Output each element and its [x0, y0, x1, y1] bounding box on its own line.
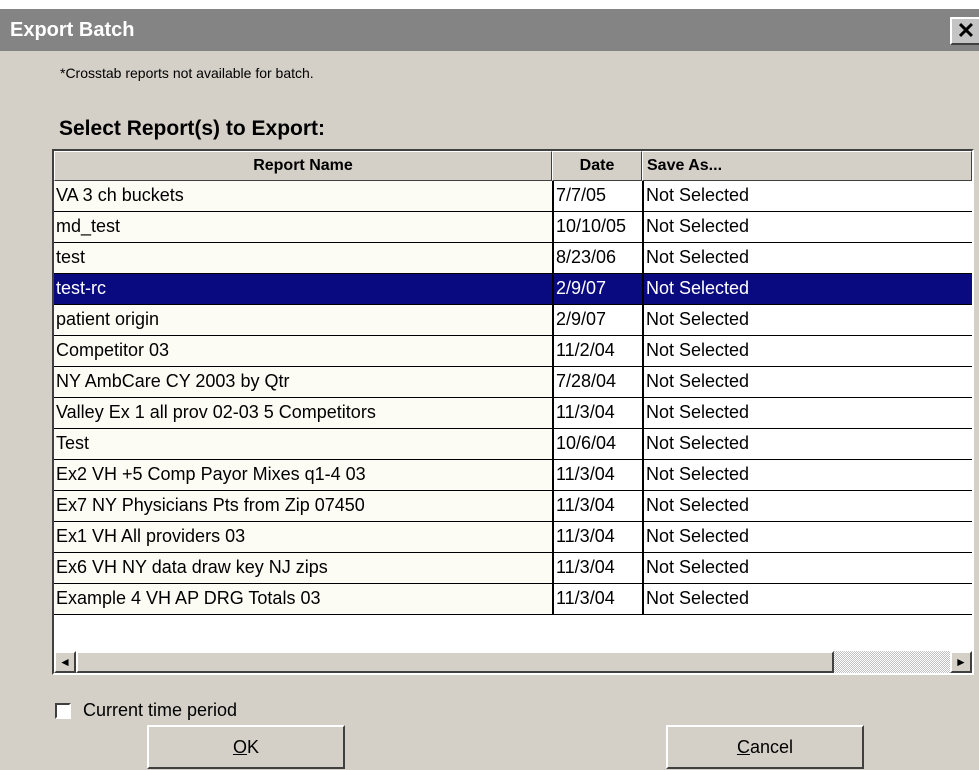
date-cell[interactable]: 11/3/04	[552, 460, 642, 491]
scroll-right-icon[interactable]: ►	[950, 651, 972, 673]
report-name-cell[interactable]: NY AmbCare CY 2003 by Qtr	[54, 367, 552, 398]
title-bar: Export Batch ✕	[0, 9, 979, 51]
current-time-period-checkbox[interactable]	[55, 703, 71, 719]
save-as-cell[interactable]: Not Selected	[642, 553, 972, 584]
report-name-cell[interactable]: Valley Ex 1 all prov 02-03 5 Competitors	[54, 398, 552, 429]
save-as-cell[interactable]: Not Selected	[642, 274, 972, 305]
horizontal-scrollbar[interactable]: ◄ ►	[54, 651, 972, 673]
save-as-cell[interactable]: Not Selected	[642, 460, 972, 491]
save-as-cell[interactable]: Not Selected	[642, 429, 972, 460]
scrollbar-track[interactable]	[834, 651, 950, 673]
save-as-cell[interactable]: Not Selected	[642, 336, 972, 367]
table-row[interactable]: Ex1 VH All providers 03 11/3/04 Not Select…	[54, 522, 972, 553]
report-name-cell[interactable]: Competitor 03	[54, 336, 552, 367]
save-as-cell[interactable]: Not Selected	[642, 584, 972, 615]
report-name-cell[interactable]: test-rc	[54, 274, 552, 305]
save-as-cell[interactable]: Not Selected	[642, 398, 972, 429]
date-cell[interactable]: 10/10/05	[552, 212, 642, 243]
table-row[interactable]: Competitor 03 11/2/04 Not Selected	[54, 336, 972, 367]
ok-mnemonic: O	[232, 737, 247, 757]
scroll-left-icon[interactable]: ◄	[54, 651, 76, 673]
table-row[interactable]: Valley Ex 1 all prov 02-03 5 Competitors…	[54, 398, 972, 429]
date-cell[interactable]: 10/6/04	[552, 429, 642, 460]
save-as-cell[interactable]: Not Selected	[642, 491, 972, 522]
window-title: Export Batch	[10, 19, 135, 41]
report-name-cell[interactable]: Example 4 VH AP DRG Totals 03	[54, 584, 552, 615]
date-cell[interactable]: 11/3/04	[552, 522, 642, 553]
save-as-cell[interactable]: Not Selected	[642, 367, 972, 398]
cancel-label-rest: ancel	[749, 737, 794, 757]
report-name-cell[interactable]: Ex7 NY Physicians Pts from Zip 07450	[54, 491, 552, 522]
export-batch-dialog: *Crosstab reports not available for batc…	[0, 51, 979, 770]
crosstab-note: *Crosstab reports not available for batc…	[60, 65, 314, 81]
table-row[interactable]: test 8/23/06 Not Selected	[54, 243, 972, 274]
report-name-cell[interactable]: Ex2 VH +5 Comp Payor Mixes q1-4 03	[54, 460, 552, 491]
report-name-cell[interactable]: Test	[54, 429, 552, 460]
current-time-period-label: Current time period	[83, 700, 238, 720]
table-row[interactable]: Ex7 NY Physicians Pts from Zip 07450 11/3…	[54, 491, 972, 522]
reports-grid[interactable]: Report Name Date Save As... VA 3 ch buck…	[52, 149, 974, 675]
column-header-date[interactable]: Date	[552, 151, 642, 181]
table-row[interactable]: Ex2 VH +5 Comp Payor Mixes q1-4 03 11/3/0…	[54, 460, 972, 491]
report-name-cell[interactable]: patient origin	[54, 305, 552, 336]
date-cell[interactable]: 2/9/07	[552, 274, 642, 305]
date-cell[interactable]: 11/2/04	[552, 336, 642, 367]
column-header-report-name[interactable]: Report Name	[54, 151, 552, 181]
table-row[interactable]: Example 4 VH AP DRG Totals 03 11/3/04 Not …	[54, 584, 972, 615]
column-header-save-as[interactable]: Save As...	[642, 151, 972, 181]
save-as-cell[interactable]: Not Selected	[642, 212, 972, 243]
table-row[interactable]: Ex6 VH NY data draw key NJ zips 11/3/04 No…	[54, 553, 972, 584]
save-as-cell[interactable]: Not Selected	[642, 522, 972, 553]
save-as-cell[interactable]: Not Selected	[642, 181, 972, 212]
cancel-mnemonic: C	[736, 737, 750, 757]
ok-button[interactable]: OK	[147, 725, 345, 769]
table-row[interactable]: NY AmbCare CY 2003 by Qtr 7/28/04 Not Sele…	[54, 367, 972, 398]
date-cell[interactable]: 11/3/04	[552, 584, 642, 615]
date-cell[interactable]: 7/7/05	[552, 181, 642, 212]
table-row[interactable]: patient origin 2/9/07 Not Selected	[54, 305, 972, 336]
report-name-cell[interactable]: md_test	[54, 212, 552, 243]
date-cell[interactable]: 11/3/04	[552, 553, 642, 584]
close-icon[interactable]: ✕	[950, 17, 979, 45]
table-row[interactable]: Test 10/6/04 Not Selected	[54, 429, 972, 460]
report-name-cell[interactable]: Ex6 VH NY data draw key NJ zips	[54, 553, 552, 584]
select-reports-heading: Select Report(s) to Export:	[59, 117, 326, 140]
table-row[interactable]: md_test 10/10/05 Not Selected	[54, 212, 972, 243]
report-name-cell[interactable]: VA 3 ch buckets	[54, 181, 552, 212]
table-row[interactable]: test-rc 2/9/07 Not Selected	[54, 274, 972, 305]
report-name-cell[interactable]: test	[54, 243, 552, 274]
ok-label-rest: K	[247, 737, 260, 757]
date-cell[interactable]: 2/9/07	[552, 305, 642, 336]
scrollbar-thumb[interactable]	[76, 651, 834, 673]
date-cell[interactable]: 11/3/04	[552, 491, 642, 522]
report-name-cell[interactable]: Ex1 VH All providers 03	[54, 522, 552, 553]
save-as-cell[interactable]: Not Selected	[642, 243, 972, 274]
cancel-button[interactable]: Cancel	[666, 725, 864, 769]
date-cell[interactable]: 11/3/04	[552, 398, 642, 429]
date-cell[interactable]: 7/28/04	[552, 367, 642, 398]
table-row[interactable]: VA 3 ch buckets 7/7/05 Not Selected	[54, 181, 972, 212]
save-as-cell[interactable]: Not Selected	[642, 305, 972, 336]
date-cell[interactable]: 8/23/06	[552, 243, 642, 274]
